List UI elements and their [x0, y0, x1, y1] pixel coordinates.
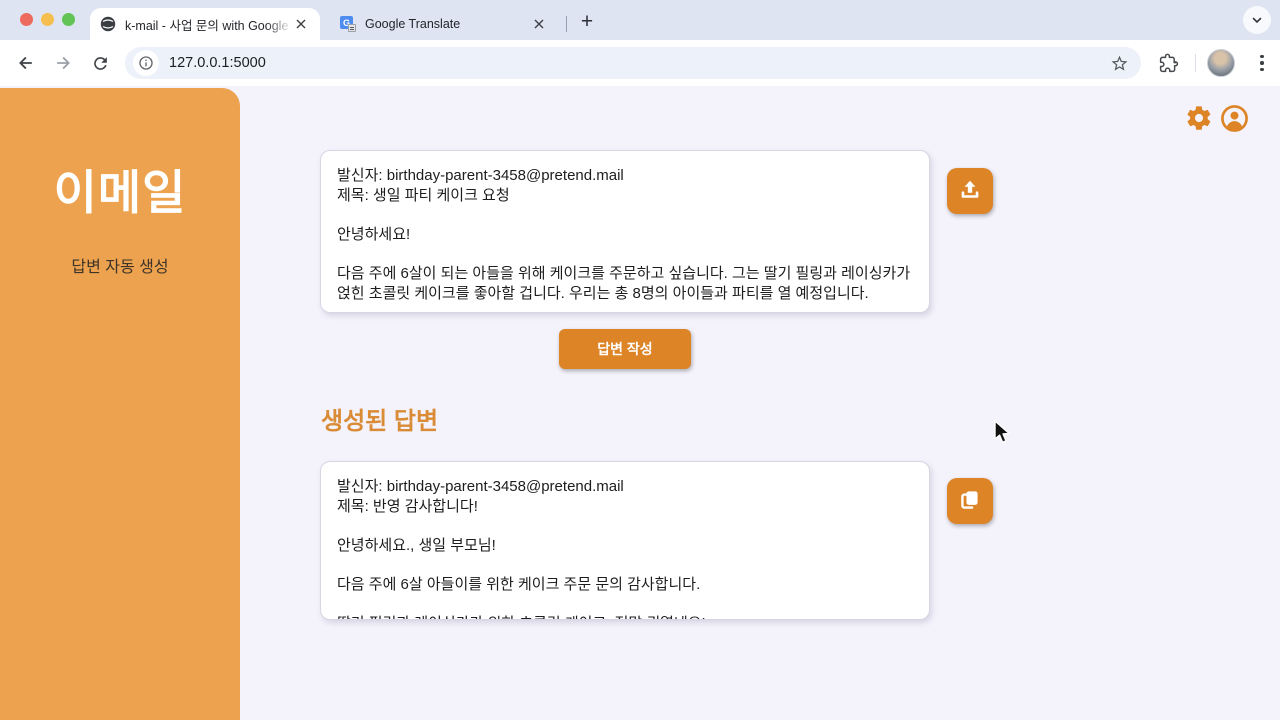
- minimize-window-button[interactable]: [41, 13, 54, 26]
- copy-reply-button[interactable]: [947, 478, 993, 524]
- email-sender: 발신자: birthday-parent-3458@pretend.mail: [337, 166, 913, 186]
- tab-title: k-mail - 사업 문의 with Google: [125, 15, 292, 34]
- email-greeting: 안녕하세요!: [337, 225, 913, 245]
- tab-search-chevron-icon[interactable]: [1243, 6, 1271, 34]
- compose-reply-button[interactable]: 답변 작성: [559, 329, 691, 369]
- reply-sender: 발신자: birthday-parent-3458@pretend.mail: [337, 477, 913, 497]
- generated-reply-card: 발신자: birthday-parent-3458@pretend.mail 제…: [320, 461, 930, 620]
- tab-kmail[interactable]: k-mail - 사업 문의 with Google: [90, 8, 320, 40]
- account-profile-icon[interactable]: [1219, 103, 1249, 133]
- bookmark-star-icon[interactable]: [1107, 51, 1131, 75]
- copy-icon: [957, 487, 983, 516]
- kmail-favicon-globe-icon: [100, 16, 116, 32]
- settings-gear-icon[interactable]: [1184, 103, 1214, 133]
- profile-avatar[interactable]: [1207, 49, 1235, 77]
- browser-window: k-mail - 사업 문의 with Google G Google Tran…: [0, 0, 1280, 720]
- app-subtitle: 답변 자동 생성: [0, 253, 240, 277]
- close-tab-icon[interactable]: [292, 15, 310, 33]
- incoming-email-card: 발신자: birthday-parent-3458@pretend.mail 제…: [320, 150, 930, 313]
- toolbar-divider: [1195, 54, 1196, 72]
- forward-button[interactable]: [45, 45, 81, 81]
- tab-divider: [566, 16, 567, 32]
- upload-icon: [957, 177, 983, 206]
- mouse-cursor: [993, 420, 1013, 451]
- sidebar: 이메일 답변 자동 생성: [0, 88, 240, 720]
- window-controls: [20, 13, 75, 26]
- tab-google-translate[interactable]: G Google Translate: [330, 8, 558, 40]
- reply-body-2: 딸기 필링과 레이싱카가 위한 초콜릿 케이크, 정말 귀엽네요!: [337, 614, 913, 620]
- generated-reply-heading: 생성된 답변: [321, 401, 438, 436]
- new-tab-button[interactable]: +: [572, 8, 602, 38]
- reply-body-1: 다음 주에 6살 아들이를 위한 케이크 주문 문의 감사합니다.: [337, 575, 913, 595]
- email-body: 다음 주에 6살이 되는 아들을 위해 케이크를 주문하고 싶습니다. 그는 딸…: [337, 264, 913, 303]
- browser-menu-icon[interactable]: [1250, 49, 1274, 77]
- reply-greeting: 안녕하세요., 생일 부모님!: [337, 536, 913, 556]
- extensions-icon[interactable]: [1154, 49, 1182, 77]
- tab-strip: k-mail - 사업 문의 with Google G Google Tran…: [0, 0, 1280, 40]
- app-title: 이메일: [0, 154, 240, 223]
- close-window-button[interactable]: [20, 13, 33, 26]
- app-page: 이메일 답변 자동 생성 발신자: birthday-parent-3458@p…: [0, 86, 1280, 720]
- zoom-window-button[interactable]: [62, 13, 75, 26]
- reply-subject: 제목: 반영 감사합니다!: [337, 497, 913, 517]
- upload-email-button[interactable]: [947, 168, 993, 214]
- reload-button[interactable]: [82, 45, 118, 81]
- url-text[interactable]: 127.0.0.1:5000: [169, 55, 266, 71]
- google-translate-favicon-icon: G: [340, 16, 356, 32]
- address-bar[interactable]: 127.0.0.1:5000: [125, 47, 1141, 79]
- site-info-icon[interactable]: [133, 50, 159, 76]
- email-subject: 제목: 생일 파티 케이크 요청: [337, 186, 913, 206]
- back-button[interactable]: [8, 45, 44, 81]
- tab-title: Google Translate: [365, 17, 530, 31]
- close-tab-icon[interactable]: [530, 15, 548, 33]
- browser-toolbar: 127.0.0.1:5000: [0, 40, 1280, 86]
